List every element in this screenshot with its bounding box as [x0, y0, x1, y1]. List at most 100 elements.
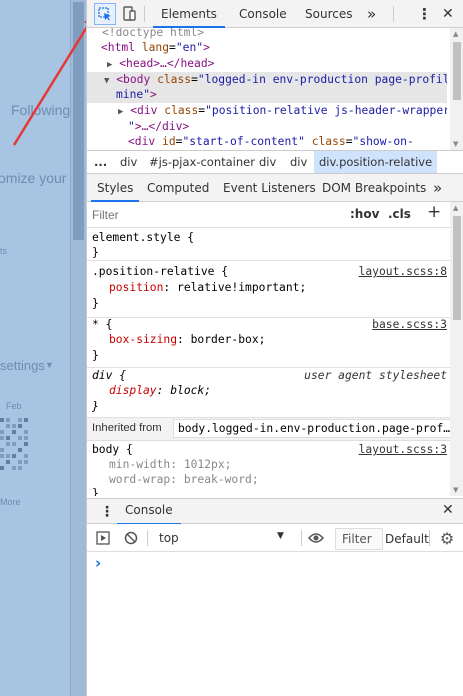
html-node[interactable]: <html lang="en"> [101, 40, 210, 56]
add-rule-icon[interactable]: + [427, 202, 441, 222]
div-class-val: "position-relative js-header-wrapper [205, 104, 447, 117]
contribution-cell [24, 430, 28, 434]
rule-declaration: display: block; [109, 384, 212, 397]
tab-styles[interactable]: Styles [91, 174, 140, 202]
tab-console[interactable]: Console [239, 0, 287, 28]
contribution-cell [0, 430, 4, 434]
doctype-node[interactable]: <!doctype html> [102, 28, 204, 41]
more-tabs-icon[interactable]: » [367, 0, 376, 28]
div2-class-attr: class [311, 135, 346, 148]
clear-console-icon[interactable] [123, 530, 139, 546]
div-tag: <div [130, 104, 158, 117]
scroll-down-icon[interactable]: ▼ [453, 140, 458, 148]
rule-close: } [92, 400, 99, 413]
scroll-up-icon[interactable]: ▲ [453, 30, 458, 38]
menu-dots-icon[interactable]: ⋮ [417, 0, 432, 28]
inherited-target-link[interactable]: body.logged-in.env-production.page-prof… [173, 419, 450, 438]
elements-tree: <!doctype html> <html lang="en"> ▶ <head… [87, 28, 447, 150]
drawer-tab-console[interactable]: Console [117, 498, 181, 525]
rule-close: } [92, 246, 99, 259]
rule-declaration[interactable]: min-width: 1012px; [109, 458, 231, 471]
rule-source-link[interactable]: layout.scss:3 [359, 443, 447, 456]
contribution-cell [24, 460, 28, 464]
drawer-tabs-bar: ⋮ Console ✕ [87, 498, 463, 526]
contribution-cell [12, 424, 16, 428]
position-relative-rule[interactable]: .position-relative { layout.scss:8 posit… [87, 261, 450, 318]
close-drawer-icon[interactable]: ✕ [442, 498, 454, 523]
start-of-content-node[interactable]: <div id="start-of-content" class="show-o… [128, 134, 414, 150]
contribution-cell [6, 454, 10, 458]
elements-scrollbar-thumb[interactable] [453, 42, 461, 100]
styles-scrollbar-thumb[interactable] [453, 216, 461, 320]
expand-arrow-icon[interactable]: ▶ [118, 107, 123, 117]
expand-arrow-icon[interactable]: ▶ [107, 60, 112, 70]
styles-filter-bar: :hov .cls + [87, 202, 450, 228]
eye-icon[interactable] [306, 529, 326, 547]
rule-declaration[interactable]: position: relative!important; [109, 281, 306, 294]
class-toggle[interactable]: .cls [388, 207, 411, 221]
div-ua-rule[interactable]: div { user agent stylesheet display: blo… [87, 368, 450, 418]
element-style-rule[interactable]: element.style { } [87, 228, 450, 261]
body-class-val-cont: mine" [116, 88, 151, 101]
sidebar-toggle-icon[interactable] [95, 530, 111, 546]
tab-sources[interactable]: Sources [305, 0, 352, 28]
styles-filter-input[interactable] [90, 205, 344, 225]
console-output[interactable]: › [87, 552, 463, 696]
more-panels-icon[interactable]: » [433, 174, 442, 202]
header-wrapper-node[interactable]: ▶ <div class="position-relative js-heade… [118, 103, 447, 121]
tab-event-listeners[interactable]: Event Listeners [223, 174, 316, 202]
tab-dom-breakpoints[interactable]: DOM Breakpoints [322, 174, 426, 202]
body-class-attr: class [157, 73, 192, 86]
body-node-cont[interactable]: mine"> [87, 87, 447, 103]
breadcrumb-item[interactable]: div [290, 151, 307, 173]
settings-text: settings [0, 358, 45, 373]
log-levels-dropdown[interactable]: Default [385, 532, 429, 546]
breadcrumb-item[interactable]: div [120, 151, 137, 173]
tab-computed[interactable]: Computed [147, 174, 209, 202]
html-lang-val: "en" [175, 41, 204, 54]
rule-source-link[interactable]: layout.scss:8 [359, 265, 447, 278]
console-filter-input[interactable]: Filter [335, 528, 383, 550]
toolbar-divider [147, 530, 148, 546]
div2-class-val: "show-on- [352, 135, 414, 148]
toolbar-divider-2 [393, 6, 394, 22]
universal-rule[interactable]: * { base.scss:3 box-sizing: border-box; … [87, 318, 450, 368]
collapse-arrow-icon[interactable]: ▼ [104, 76, 109, 86]
rule-declaration[interactable]: word-wrap: break-word; [109, 473, 259, 486]
breadcrumb-item-active[interactable]: div.position-relative [314, 151, 438, 173]
devtools-panel: Elements Console Sources » ⋮ ✕ <!doctype… [86, 0, 463, 696]
close-devtools-icon[interactable]: ✕ [442, 0, 454, 28]
context-selector[interactable]: top ▼ [153, 528, 293, 548]
contribution-cell [6, 424, 10, 428]
contribution-cell [0, 418, 4, 422]
scroll-down-icon[interactable]: ▼ [453, 486, 458, 494]
prop-name: min-width [109, 458, 171, 471]
html-tag: <html [101, 41, 136, 54]
hover-state-toggle[interactable]: :hov [350, 207, 379, 221]
styles-scrollbar[interactable]: ▲ ▼ [450, 202, 463, 496]
contribution-cell [0, 448, 4, 452]
div-tag-2: <div [128, 135, 156, 148]
rule-selector: element.style { [92, 231, 195, 244]
elements-scrollbar[interactable]: ▲ ▼ [450, 28, 463, 150]
prop-value: break-word; [183, 473, 259, 486]
contribution-cell [18, 466, 22, 470]
body-inherited-rule[interactable]: body { layout.scss:3 min-width: 1012px; … [87, 441, 450, 496]
inspect-element-icon[interactable] [94, 3, 116, 25]
header-wrapper-node-cont[interactable]: ">…</div> [128, 119, 189, 135]
head-tag: <head>…</head> [119, 57, 215, 70]
device-toolbar-icon[interactable] [120, 4, 138, 24]
contribution-cell [0, 466, 4, 470]
breadcrumb-item[interactable]: #js-pjax-container [149, 151, 255, 173]
scroll-up-icon[interactable]: ▲ [453, 204, 458, 212]
rule-selector: .position-relative { [92, 265, 229, 278]
rule-source-link[interactable]: base.scss:3 [372, 318, 447, 331]
drawer-menu-icon[interactable]: ⋮ [100, 498, 114, 526]
settings-gear-icon[interactable]: ⚙ [438, 529, 456, 548]
rule-declaration[interactable]: box-sizing: border-box; [109, 333, 265, 346]
tab-elements[interactable]: Elements [153, 0, 225, 28]
prop-value: relative!important; [177, 281, 307, 294]
breadcrumb-ellipsis[interactable]: ... [94, 151, 107, 173]
head-node[interactable]: ▶ <head>…</head> [107, 56, 214, 74]
breadcrumb-item[interactable]: div [259, 151, 276, 173]
